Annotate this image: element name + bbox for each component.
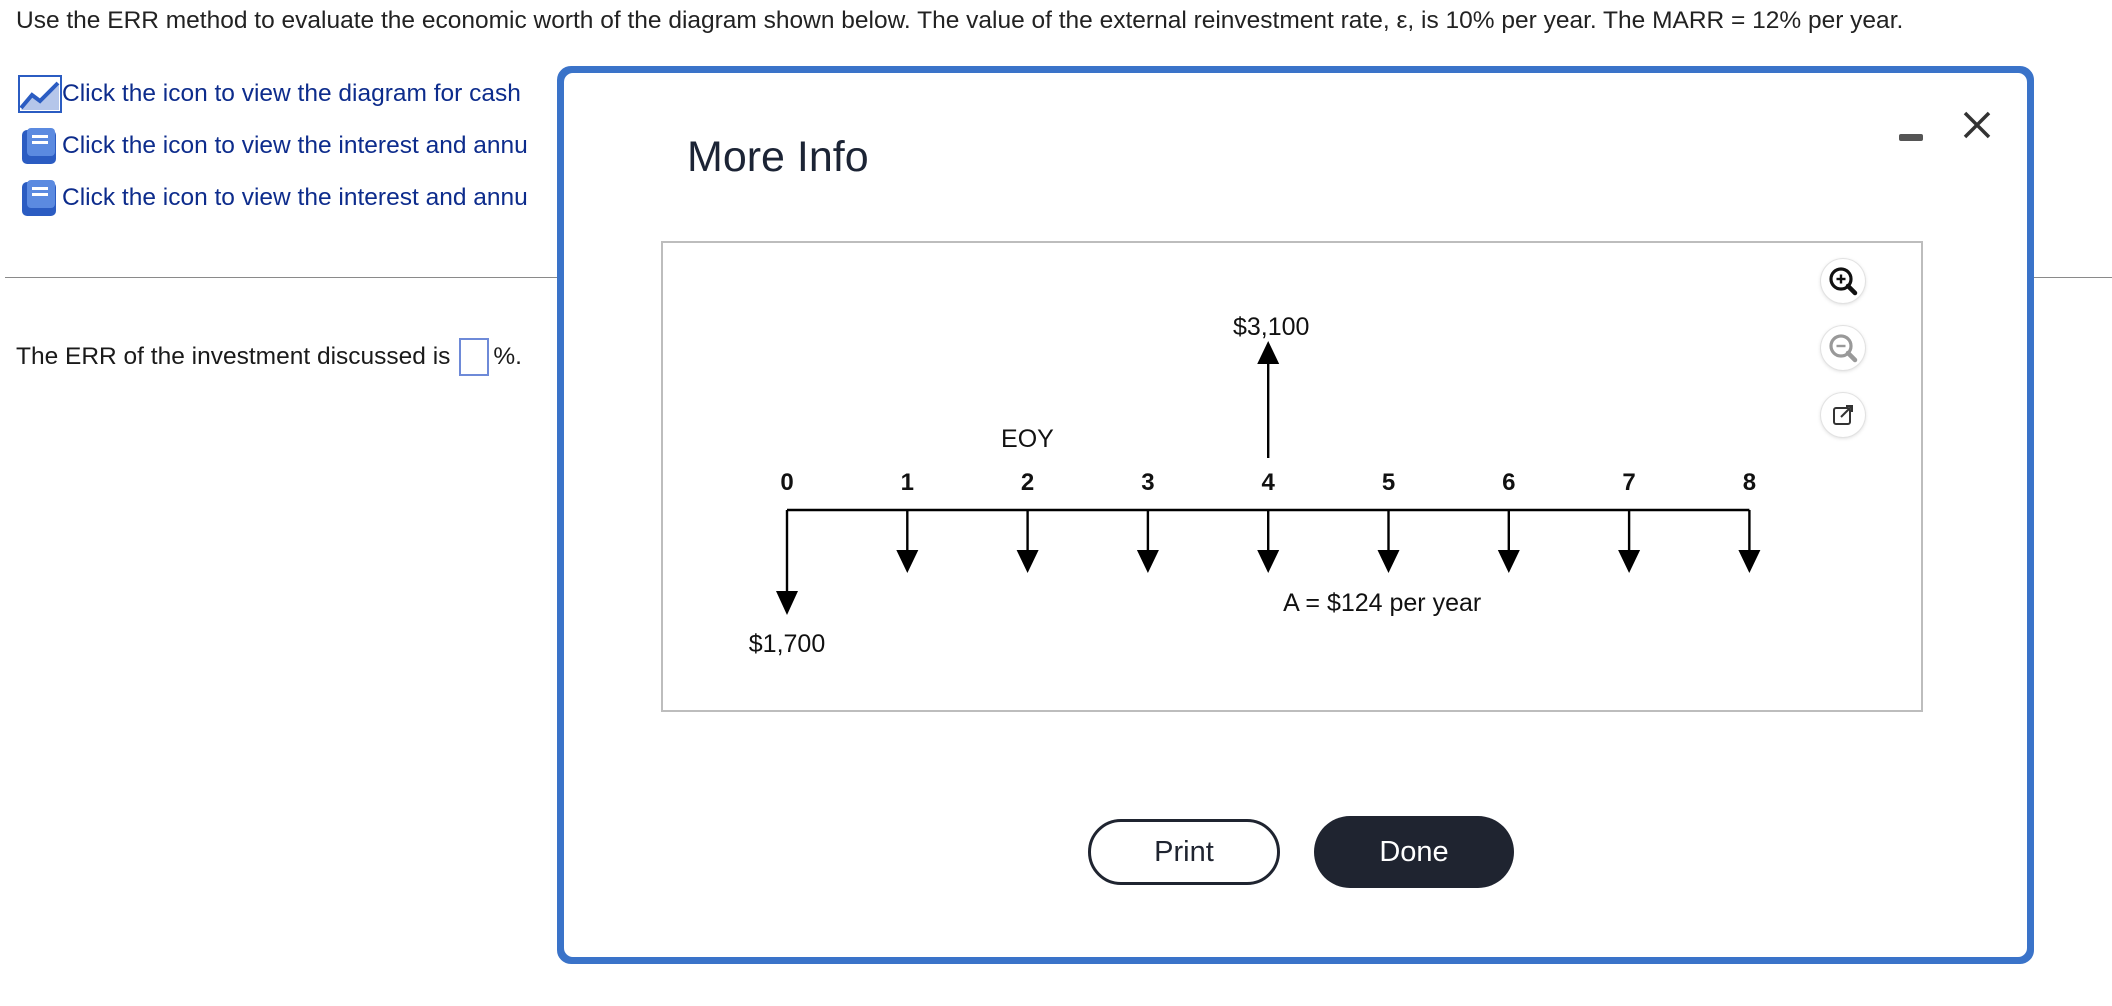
- print-button[interactable]: Print: [1088, 819, 1280, 885]
- popout-button[interactable]: [1821, 393, 1865, 437]
- book-icon[interactable]: [18, 126, 62, 166]
- annuity-arrowhead-6: [1497, 550, 1520, 573]
- popout-icon[interactable]: [1821, 393, 1865, 437]
- period-label-1: 1: [901, 469, 914, 496]
- inflow-arrowhead: [1257, 341, 1280, 364]
- link-label[interactable]: Click the icon to view the diagram for c…: [62, 80, 521, 108]
- period-label-4: 4: [1262, 469, 1276, 496]
- dialog-title: More Info: [687, 133, 869, 181]
- minimize-button[interactable]: [1899, 124, 1923, 148]
- zoom-in-icon[interactable]: [1821, 259, 1865, 303]
- done-button[interactable]: Done: [1314, 816, 1514, 888]
- reference-links: Click the icon to view the diagram for c…: [18, 68, 528, 224]
- zoom-in-button[interactable]: [1821, 259, 1865, 303]
- inflow-label: $3,100: [1233, 313, 1309, 341]
- more-info-dialog: More Info 0 1 2 3 4 5 6 7 8 EOY $1,700 A = $124 per…: [557, 66, 2034, 964]
- period-label-7: 7: [1622, 469, 1635, 496]
- annuity-arrowhead-4: [1257, 550, 1280, 573]
- answer-suffix: %.: [493, 343, 522, 370]
- annuity-label: A = $124 per year: [1283, 589, 1481, 617]
- cash-flow-diagram: 0 1 2 3 4 5 6 7 8 EOY $1,700 A = $124 per year $3,10…: [661, 241, 1923, 712]
- link-label[interactable]: Click the icon to view the interest and …: [62, 132, 528, 160]
- cash-flow-svg: 0 1 2 3 4 5 6 7 8 EOY $1,700 A = $124 per year $3,10…: [749, 313, 1761, 658]
- zoom-out-icon[interactable]: [1821, 326, 1865, 370]
- annuity-arrowhead-2: [1016, 550, 1039, 573]
- annuity-arrowhead-1: [896, 550, 919, 573]
- period-label-2: 2: [1021, 469, 1034, 496]
- answer-prefix: The ERR of the investment discussed is: [16, 343, 451, 370]
- period-label-0: 0: [780, 469, 793, 496]
- close-button[interactable]: [1957, 105, 1997, 145]
- close-icon[interactable]: [1957, 105, 1997, 145]
- initial-outflow-arrowhead: [776, 591, 798, 615]
- interest-table-link-2[interactable]: Click the icon to view the interest and …: [18, 172, 528, 224]
- interest-table-link-1[interactable]: Click the icon to view the interest and …: [18, 120, 528, 172]
- book-icon[interactable]: [18, 178, 62, 218]
- period-label-6: 6: [1502, 469, 1515, 496]
- eoy-label: EOY: [1001, 425, 1054, 453]
- period-label-5: 5: [1382, 469, 1395, 496]
- cash-flow-diagram-link[interactable]: Click the icon to view the diagram for c…: [18, 68, 528, 120]
- err-answer-input[interactable]: [459, 338, 490, 376]
- period-label-3: 3: [1141, 469, 1154, 496]
- minimize-icon[interactable]: [1899, 134, 1923, 141]
- answer-line: The ERR of the investment discussed is %…: [16, 338, 522, 376]
- annuity-arrowhead-5: [1377, 550, 1400, 573]
- initial-outflow-label: $1,700: [749, 630, 825, 658]
- question-text: Use the ERR method to evaluate the econo…: [16, 7, 1904, 34]
- dialog-body: More Info 0 1 2 3 4 5 6 7 8 EOY $1,700 A = $124 per…: [564, 73, 2027, 957]
- annuity-arrowhead-3: [1136, 550, 1159, 573]
- zoom-out-button[interactable]: [1821, 326, 1865, 370]
- link-label[interactable]: Click the icon to view the interest and …: [62, 184, 528, 212]
- line-chart-icon[interactable]: [18, 74, 62, 114]
- annuity-arrowhead-8: [1738, 550, 1761, 573]
- period-label-8: 8: [1743, 469, 1756, 496]
- annuity-arrowhead-7: [1618, 550, 1641, 573]
